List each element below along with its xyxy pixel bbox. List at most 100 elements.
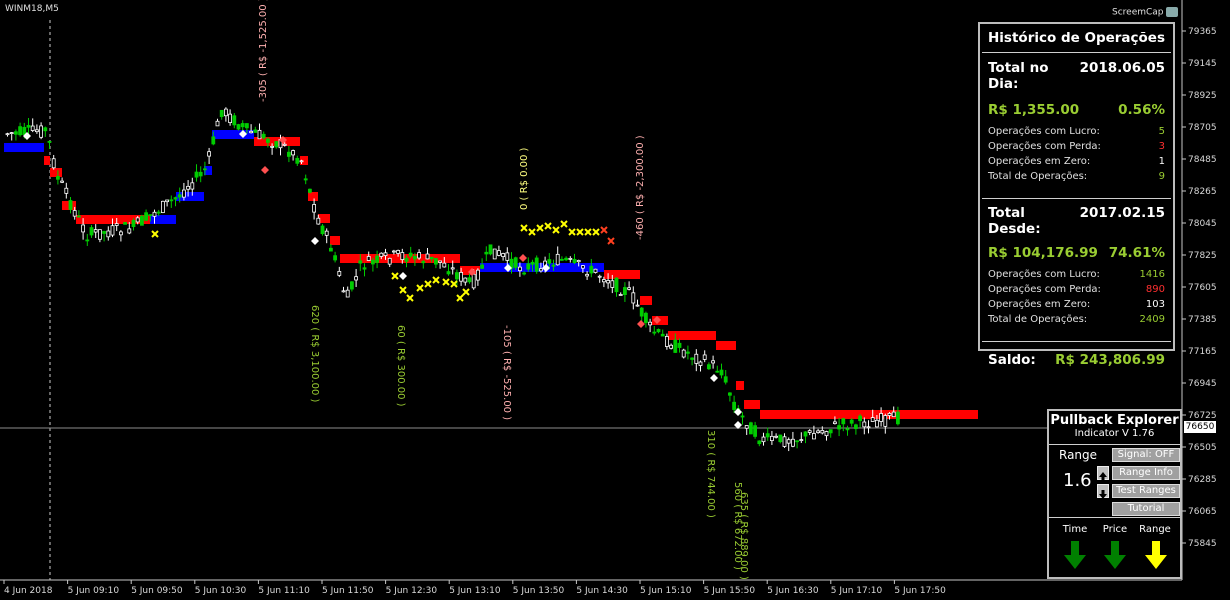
candle-body <box>265 138 270 143</box>
candle-body <box>585 273 589 277</box>
candle-body <box>526 263 531 270</box>
range-info-button[interactable]: Range Info <box>1112 466 1180 480</box>
test-ranges-button[interactable]: Test Ranges <box>1112 484 1180 498</box>
candle-body <box>337 271 342 276</box>
time-tick-label: 4 Jun 2018 <box>4 586 53 596</box>
candle-body <box>47 141 52 143</box>
price-tick-label: 77165 <box>1188 347 1217 357</box>
candle-body <box>602 279 606 283</box>
stat-row: Operações em Zero: 103 <box>988 297 1165 312</box>
price-tick-label: 75845 <box>1188 539 1217 549</box>
candle-body <box>711 360 715 364</box>
stat-label: Operações em Zero: <box>988 299 1091 310</box>
camera-icon[interactable] <box>1166 7 1179 17</box>
candle-body <box>26 125 31 128</box>
trade-result-label: 635 ( R$ 889.00 ) <box>738 492 749 580</box>
divider <box>982 52 1171 53</box>
candle-body <box>333 255 338 261</box>
time-tick-label: 5 Jun 12:30 <box>386 586 438 596</box>
candle-body <box>106 230 111 238</box>
candle-body <box>879 413 883 422</box>
screemcap-label[interactable]: ScreemCap <box>1112 7 1179 18</box>
candle-body <box>316 217 321 225</box>
candle-body <box>408 252 413 257</box>
candle-body <box>883 415 888 427</box>
divider <box>982 198 1171 199</box>
candle-body <box>396 250 401 254</box>
trade-marker-icon <box>261 166 269 174</box>
history-title: Histórico de Operações <box>988 30 1166 46</box>
candle-body <box>156 211 161 214</box>
candle-body <box>799 439 804 441</box>
candle-body <box>614 277 619 293</box>
candle-body <box>786 439 791 444</box>
candle-body <box>312 204 317 213</box>
candle-body <box>812 433 816 440</box>
candle-body <box>425 253 430 260</box>
time-tick-label: 5 Jun 11:10 <box>258 586 310 596</box>
symbol-label: WINM18,M5 <box>5 4 59 14</box>
candle-body <box>253 129 258 133</box>
candle-body <box>467 277 472 283</box>
trailing-stop-segment <box>212 130 254 139</box>
range-up-button[interactable] <box>1097 466 1109 481</box>
candle-body <box>753 425 757 437</box>
candle-body <box>539 268 543 272</box>
candle-body <box>849 419 854 424</box>
arrow-down-icon <box>1099 490 1107 499</box>
time-tick-label: 5 Jun 09:50 <box>131 586 183 596</box>
x-marker-icon <box>462 288 470 296</box>
stat-value: 1 <box>1158 156 1165 167</box>
candle-body <box>93 229 98 233</box>
candle-body <box>568 257 573 260</box>
stat-row: Operações com Lucro: 5 <box>988 124 1165 139</box>
trailing-stop-segment <box>716 341 736 350</box>
price-tick-label: 76945 <box>1188 379 1217 389</box>
price-arrow-icon <box>1104 541 1126 569</box>
day-stats: Operações com Lucro: 5 Operações com Perda… <box>988 124 1165 184</box>
candle-body <box>400 252 405 260</box>
candle-body <box>828 429 833 434</box>
x-marker-icon <box>584 228 592 236</box>
stat-row: Operações com Perda: 890 <box>988 282 1165 297</box>
candle-body <box>681 349 686 358</box>
x-marker-icon <box>406 294 414 302</box>
candle-body <box>68 200 73 210</box>
candle-body <box>358 260 363 264</box>
stat-row: Operações com Lucro: 1416 <box>988 267 1165 282</box>
candle-body <box>560 258 564 261</box>
candle-body <box>572 258 577 264</box>
candle-body <box>488 244 493 255</box>
candle-body <box>215 120 220 127</box>
candle-body <box>446 271 451 275</box>
candle-body <box>484 251 489 255</box>
candle-body <box>778 434 783 443</box>
trade-result-label: 310 ( R$ 744.00 ) <box>705 430 716 518</box>
candle-body <box>627 287 631 290</box>
signal-button[interactable]: Signal: OFF <box>1112 448 1180 462</box>
candle-body <box>421 261 426 264</box>
stat-value: 5 <box>1158 126 1165 137</box>
range-down-button[interactable] <box>1097 484 1109 499</box>
range-arrow-icon <box>1145 541 1167 569</box>
candle-body <box>854 424 858 430</box>
candle-body <box>98 229 102 240</box>
trade-marker-icon <box>637 320 645 328</box>
candle-body <box>719 369 724 376</box>
candle-body <box>370 259 375 265</box>
x-marker-icon <box>568 228 576 236</box>
time-tick-label: 5 Jun 10:30 <box>195 586 247 596</box>
price-tick-label: 76505 <box>1188 443 1217 453</box>
range-arrow-label: Range <box>1139 524 1171 535</box>
candle-body <box>639 307 644 317</box>
stat-value: 890 <box>1145 284 1165 295</box>
candle-body <box>896 411 900 425</box>
time-tick-label: 5 Jun 15:10 <box>640 586 692 596</box>
tutorial-button[interactable]: Tutorial <box>1112 502 1180 516</box>
candle-body <box>744 425 749 429</box>
candle-body <box>547 259 552 264</box>
candle-body <box>144 212 149 221</box>
trade-marker-icon <box>710 374 718 382</box>
candle-body <box>404 257 409 262</box>
price-tick-label: 79365 <box>1188 27 1217 37</box>
